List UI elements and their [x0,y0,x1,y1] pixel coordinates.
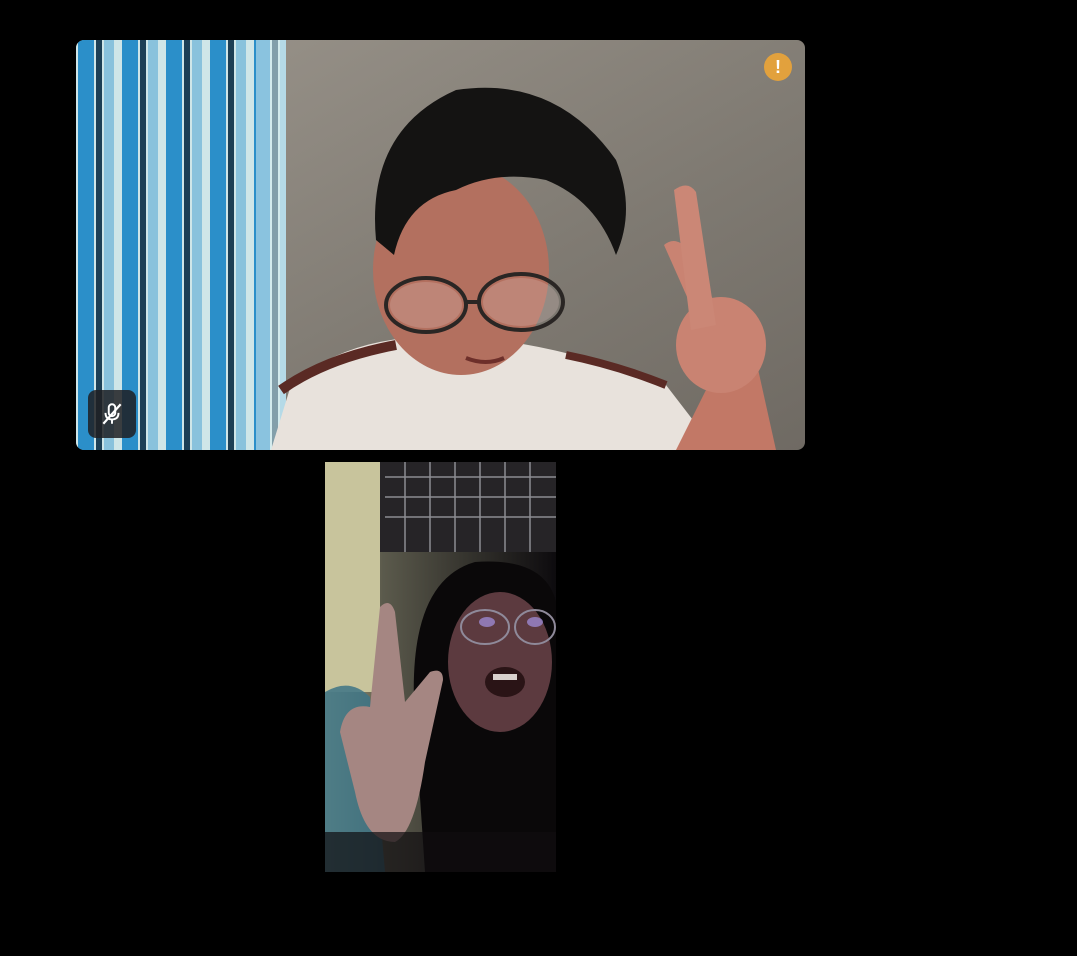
participant-video-feed-main [76,40,805,450]
participant-video-feed-second [325,462,556,872]
video-call-stage: ! [0,0,1077,956]
participant-video-tile-main[interactable]: ! [76,40,805,450]
mic-off-icon [88,390,136,438]
alert-icon[interactable]: ! [764,53,792,81]
participant-video-tile-second[interactable] [76,462,805,872]
